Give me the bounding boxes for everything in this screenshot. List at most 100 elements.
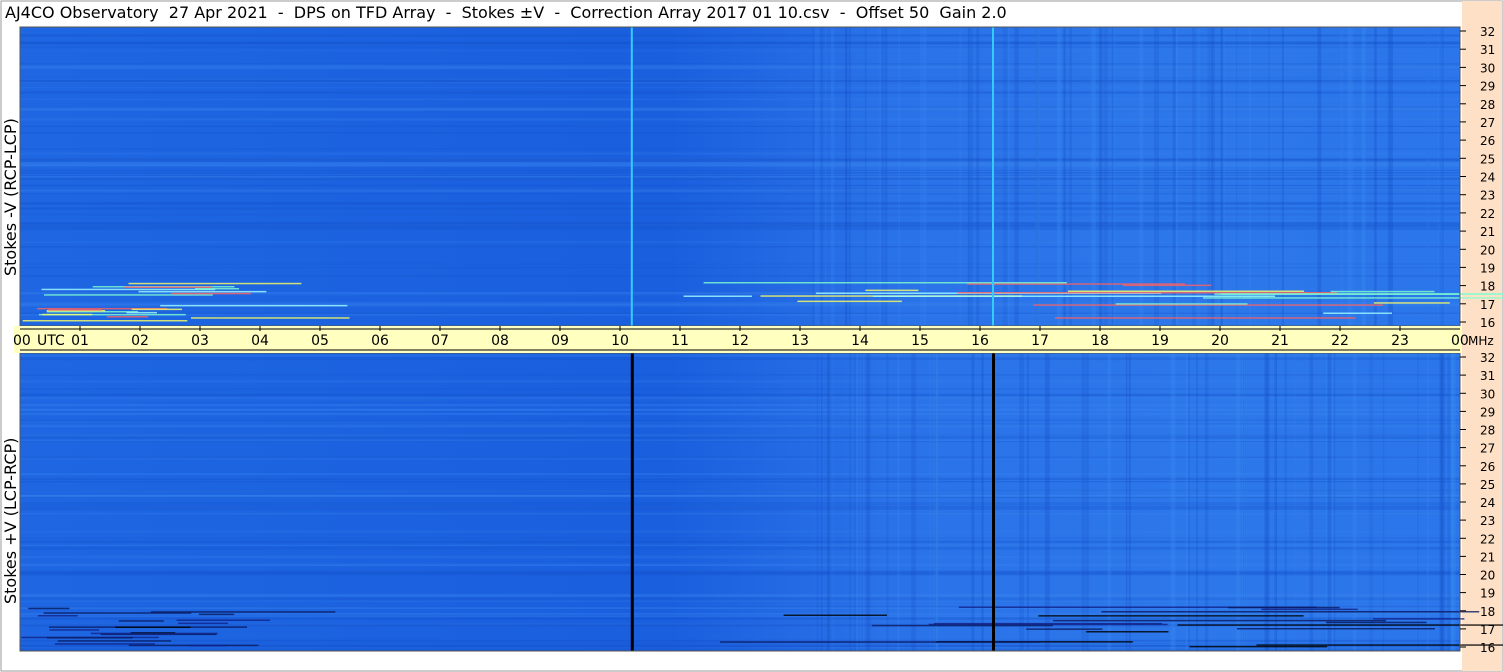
bottom-panel: 32 31 30 29 28 27 26 25 24 23 22 21 20 19 18 17 16 — [19, 351, 1503, 655]
heatmap-band — [1389, 27, 1393, 326]
burst-streak — [178, 622, 229, 625]
burst-streak — [1373, 618, 1465, 620]
heatmap-streak — [20, 148, 1460, 150]
heatmap-streak — [20, 118, 1460, 121]
time-tick-label: 19 — [1151, 333, 1169, 349]
burst-streak — [124, 286, 213, 288]
burst-streak — [115, 626, 191, 628]
top-panel: 32 31 30 29 28 27 26 25 24 23 22 21 20 19 18 17 16 — [19, 25, 1503, 330]
heatmap-band — [848, 27, 851, 326]
heatmap-band — [1113, 27, 1116, 326]
burst-streak — [118, 620, 164, 622]
heatmap-streak — [20, 263, 1460, 265]
heatmap-band — [1294, 353, 1296, 651]
burst-streak — [797, 300, 902, 303]
heatmap-band — [829, 353, 833, 651]
heatmap-band — [1139, 27, 1144, 326]
time-tick-label: 04 — [251, 333, 269, 349]
heatmap-band — [814, 27, 820, 326]
heatmap-band — [1440, 353, 1445, 651]
burst-streak — [176, 619, 270, 621]
burst-streak — [126, 311, 157, 314]
burst-streak — [1177, 624, 1503, 626]
heatmap-band — [1361, 27, 1366, 326]
heatmap-band — [1237, 353, 1241, 651]
burst-streak — [683, 295, 752, 297]
y-tick-label: 19 — [1480, 261, 1495, 275]
heatmap-band — [1309, 353, 1314, 651]
heatmap-streak — [20, 267, 1460, 269]
time-tick-label: 05 — [311, 333, 329, 349]
y-tick-label: 30 — [1480, 387, 1495, 401]
burst-streak — [100, 633, 217, 636]
heatmap-band — [1349, 27, 1354, 326]
y-tick-label: 21 — [1480, 550, 1495, 564]
y-tick-label: 20 — [1480, 243, 1495, 257]
heatmap-band — [1274, 353, 1277, 651]
heatmap-band — [1019, 353, 1024, 651]
heatmap-band — [1027, 353, 1029, 651]
y-tick-label: 24 — [1480, 496, 1495, 510]
heatmap-streak — [20, 227, 1460, 230]
heatmap-streak — [20, 213, 1460, 216]
burst-streak — [1326, 621, 1427, 624]
heatmap-streak — [20, 86, 1460, 89]
heatmap-band — [1236, 27, 1238, 326]
y-tick-label: 32 — [1480, 351, 1495, 365]
burst-streak — [1220, 293, 1503, 295]
y-tick-label: 26 — [1480, 460, 1495, 474]
heatmap-band — [967, 27, 973, 326]
y-tick-label: 22 — [1480, 207, 1495, 221]
heatmap-band — [1185, 353, 1188, 651]
time-tick-label: 14 — [851, 333, 869, 349]
time-tick-label: 01 — [71, 333, 89, 349]
time-tick-label: 09 — [551, 333, 569, 349]
heatmap-streak — [20, 42, 1460, 45]
heatmap-band — [1014, 27, 1019, 326]
burst-streak — [1261, 608, 1358, 611]
heatmap-band — [1099, 27, 1103, 326]
burst-streak — [1054, 317, 1356, 319]
burst-streak — [1067, 290, 1305, 292]
burst-streak — [21, 636, 159, 639]
burst-streak — [49, 629, 100, 631]
heatmap-band — [831, 27, 835, 326]
heatmap-band — [922, 27, 927, 326]
y-tick-label: 30 — [1480, 61, 1495, 75]
heatmap-band — [1317, 27, 1322, 326]
heatmap-band — [933, 353, 939, 651]
heatmap-streak — [20, 190, 1460, 193]
heatmap-band — [1081, 353, 1086, 651]
heatmap-band — [832, 353, 835, 651]
heatmap-band — [1089, 27, 1094, 326]
burst-streak — [128, 282, 302, 285]
burst-streak — [44, 294, 213, 296]
heatmap-band — [1198, 27, 1200, 326]
y-tick-label: 23 — [1480, 514, 1495, 528]
burst-streak — [1256, 644, 1503, 646]
heatmap-band — [976, 27, 980, 326]
heatmap-streak — [20, 202, 1460, 204]
time-tick-label: 20 — [1211, 333, 1229, 349]
heatmap-streak — [20, 106, 1460, 108]
vertical-marker-line — [992, 27, 994, 326]
burst-streak — [1101, 611, 1480, 613]
burst-streak — [131, 308, 182, 311]
heatmap-band — [1268, 27, 1270, 326]
y-tick-label: 16 — [1480, 641, 1495, 655]
heatmap-band — [1241, 353, 1245, 651]
y-tick-label: 25 — [1480, 152, 1495, 166]
heatmap-band — [878, 27, 882, 326]
heatmap-band — [1281, 27, 1284, 326]
burst-streak — [967, 283, 1185, 285]
time-axis-unit-label: UTC — [37, 333, 65, 349]
burst-streak — [1026, 628, 1103, 630]
y-tick-label: 17 — [1480, 623, 1495, 637]
heatmap-band — [1333, 353, 1336, 651]
heatmap-band — [1196, 353, 1198, 651]
heatmap-band — [1058, 27, 1060, 326]
heatmap-band — [1222, 27, 1226, 326]
heatmap-streak — [20, 187, 1460, 190]
burst-streak — [1237, 628, 1435, 630]
y-tick-label: 16 — [1480, 316, 1495, 330]
